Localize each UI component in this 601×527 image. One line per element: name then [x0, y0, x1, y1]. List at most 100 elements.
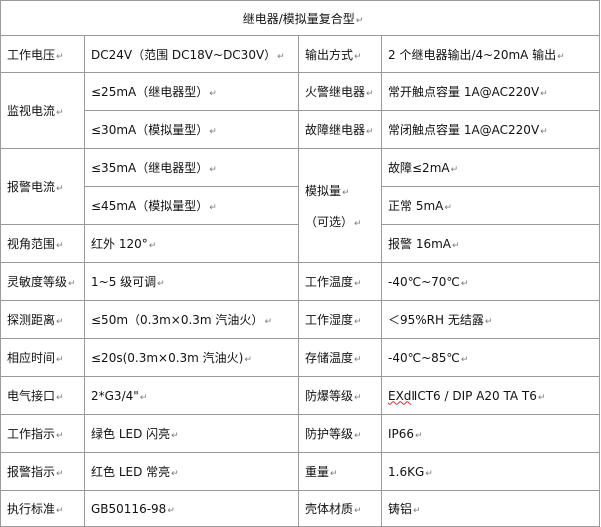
label-cell: 相应时间↵	[0, 338, 85, 377]
protection-level-value: IP66	[388, 426, 415, 441]
paragraph-mark: ↵	[171, 431, 179, 441]
paragraph-mark: ↵	[460, 354, 469, 365]
value-cell: 常闭触点容量 1A@AC220V↵	[380, 110, 601, 149]
table-title-cell: 继电器/模拟量复合型↵	[0, 0, 601, 36]
paragraph-mark: ↵	[56, 241, 64, 251]
paragraph-mark: ↵	[451, 241, 460, 251]
paragraph-mark: ↵	[277, 51, 285, 62]
label-cell: 工作指示↵	[0, 414, 85, 453]
paragraph-mark: ↵	[264, 317, 272, 327]
housing-material-label: 壳体材质	[305, 502, 354, 516]
value-cell: ≤30mA（模拟量型）↵	[84, 110, 299, 149]
value-cell: DC24V（范围 DC18V~DC30V）↵	[84, 35, 299, 73]
paragraph-mark: ↵	[354, 393, 362, 403]
analog-fault-value: 故障≤2mA	[388, 161, 450, 175]
label-cell: 电气接口↵	[0, 376, 85, 415]
weight-value: 1.6KG	[388, 464, 425, 479]
value-cell: -40℃~85℃↵	[380, 338, 601, 377]
operating-temp-label: 工作温度	[305, 275, 354, 289]
electrical-interface-value: 2*G3/4"	[91, 388, 139, 403]
paragraph-mark: ↵	[56, 506, 64, 516]
paragraph-mark: ↵	[157, 279, 165, 289]
operating-humidity-label: 工作湿度	[305, 313, 354, 327]
monitor-current-analog: ≤30mA（模拟量型）	[91, 123, 209, 137]
response-time-value: ≤20s(0.3m×0.3m 汽油火)	[91, 351, 244, 365]
paragraph-mark: ↵	[444, 203, 452, 213]
electrical-interface-label: 电气接口	[7, 389, 56, 403]
fire-relay-label: 火警继电器	[305, 85, 366, 99]
paragraph-mark: ↵	[413, 506, 421, 516]
fault-relay-value: 常闭触点容量 1A@AC220V	[388, 123, 540, 137]
table-title: 继电器/模拟量复合型	[242, 11, 355, 26]
value-cell: 报警 16mA↵	[380, 224, 601, 263]
output-value: 2 个继电器输出/4~20mA 输出	[388, 47, 557, 62]
label-cell: 工作温度↵	[298, 262, 382, 301]
detection-distance-value: ≤50m（0.3m×0.3m 汽油火）	[91, 313, 264, 327]
value-cell: 常开触点容量 1A@AC220V↵	[380, 72, 601, 111]
value-cell: 红外 120°↵	[84, 224, 299, 263]
storage-temp-label: 存储温度	[305, 351, 354, 365]
value-cell: ≤50m（0.3m×0.3m 汽油火）↵	[84, 300, 299, 339]
label-cell: 输出方式↵	[298, 35, 382, 73]
operating-humidity-value: ＜95%RH 无结露	[388, 313, 484, 327]
paragraph-mark: ↵	[355, 15, 364, 26]
title-row: 继电器/模拟量复合型↵	[0, 0, 601, 36]
table-row: 探测距离↵ ≤50m（0.3m×0.3m 汽油火）↵ 工作湿度↵ ＜95%RH …	[0, 300, 601, 339]
paragraph-mark: ↵	[484, 317, 493, 327]
paragraph-mark: ↵	[354, 431, 362, 441]
paragraph-mark: ↵	[56, 317, 64, 327]
output-label: 输出方式	[305, 47, 354, 62]
table-row: 工作电压↵ DC24V（范围 DC18V~DC30V）↵ 输出方式↵ 2 个继电…	[0, 35, 601, 73]
paragraph-mark: ↵	[56, 184, 64, 194]
alarm-current-label: 报警电流	[7, 180, 56, 194]
label-cell: 探测距离↵	[0, 300, 85, 339]
value-cell: ≤35mA（继电器型）↵	[84, 148, 299, 187]
paragraph-mark: ↵	[209, 165, 217, 175]
paragraph-mark: ↵	[366, 89, 374, 99]
analog-normal-value: 正常 5mA	[388, 199, 444, 213]
value-cell: 故障≤2mA↵	[380, 148, 601, 187]
paragraph-mark: ↵	[139, 392, 148, 403]
paragraph-mark: ↵	[56, 431, 64, 441]
label-cell: 壳体材质↵	[298, 490, 382, 527]
value-cell: 2 个继电器输出/4~20mA 输出↵	[380, 35, 601, 73]
label-cell: 工作电压↵	[0, 35, 85, 73]
table-row: 电气接口↵ 2*G3/4"↵ 防爆等级↵ EXdⅡCT6 / DIP A20 T…	[0, 376, 601, 415]
value-cell: 绿色 LED 闪亮↵	[84, 414, 299, 453]
paragraph-mark: ↵	[450, 165, 459, 175]
table-row: 相应时间↵ ≤20s(0.3m×0.3m 汽油火)↵ 存储温度↵ -40℃~85…	[0, 338, 601, 377]
paragraph-mark: ↵	[540, 127, 548, 137]
paragraph-mark: ↵	[56, 393, 64, 403]
label-cell: 执行标准↵	[0, 490, 85, 527]
label-cell: 重量↵	[298, 452, 382, 491]
label-cell: 模拟量↵ （可选）↵	[298, 148, 382, 263]
alarm-current-relay: ≤35mA（继电器型）	[91, 161, 209, 175]
paragraph-mark: ↵	[56, 355, 64, 365]
fire-relay-value: 常开触点容量 1A@AC220V	[388, 85, 540, 99]
value-cell: 2*G3/4"↵	[84, 376, 299, 415]
value-cell: 红色 LED 常亮↵	[84, 452, 299, 491]
analog-alarm-value: 报警 16mA	[388, 237, 451, 251]
weight-label: 重量	[305, 465, 330, 479]
value-cell: 铸铝↵	[380, 490, 601, 527]
alarm-current-analog: ≤45mA（模拟量型）	[91, 199, 209, 213]
alarm-indicator-value: 红色 LED 常亮	[91, 465, 171, 479]
paragraph-mark: ↵	[537, 392, 546, 403]
label-cell: 监视电流↵	[0, 72, 85, 149]
paragraph-mark: ↵	[167, 505, 175, 516]
sensitivity-value: 1~5 级可调	[91, 275, 157, 289]
analog-optional-label: （可选）	[305, 214, 354, 229]
value-cell: GB50116-98↵	[84, 490, 299, 527]
table-row: 灵敏度等级↵ 1~5 级可调↵ 工作温度↵ -40℃~70℃↵	[0, 262, 601, 301]
monitor-current-relay: ≤25mA（继电器型）	[91, 85, 209, 99]
view-angle-label: 视角范围	[7, 237, 56, 251]
fault-relay-label: 故障继电器	[305, 123, 366, 137]
value-cell: ＜95%RH 无结露↵	[380, 300, 601, 339]
value-cell: ≤25mA（继电器型）↵	[84, 72, 299, 111]
paragraph-mark: ↵	[56, 469, 64, 479]
paragraph-mark: ↵	[171, 469, 179, 479]
paragraph-mark: ↵	[330, 469, 338, 479]
label-cell: 存储温度↵	[298, 338, 382, 377]
housing-material-value: 铸铝	[388, 502, 413, 516]
spec-table: 继电器/模拟量复合型↵ 工作电压↵ DC24V（范围 DC18V~DC30V）↵…	[0, 0, 601, 527]
